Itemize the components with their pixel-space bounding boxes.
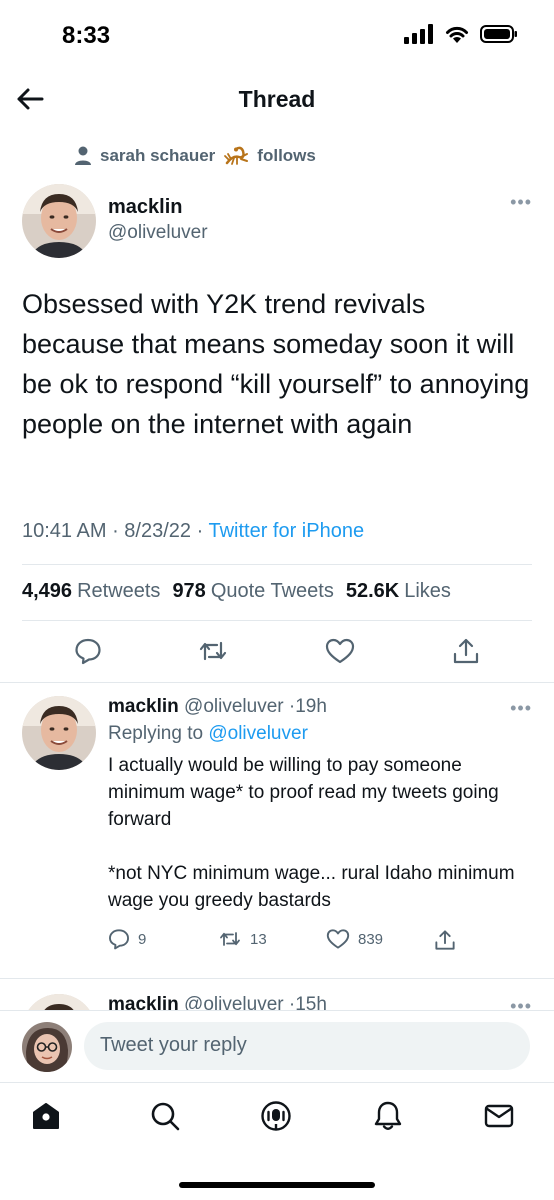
like-button[interactable]: 839 xyxy=(326,928,383,950)
status-time: 8:33 xyxy=(62,22,111,49)
author-handle[interactable]: @oliveluver xyxy=(108,222,208,244)
main-tweet-author: macklin @oliveluver ••• xyxy=(22,184,532,258)
avatar[interactable] xyxy=(22,184,96,258)
reply-author-name[interactable]: macklin xyxy=(108,994,179,1010)
retweet-icon xyxy=(199,641,227,661)
more-options-icon[interactable]: ••• xyxy=(510,996,532,1010)
replying-to-handle[interactable]: @oliveluver xyxy=(208,723,308,744)
reply-actions: 9 13 839 xyxy=(108,928,488,956)
likes-label: Likes xyxy=(404,580,451,602)
status-icons xyxy=(404,24,518,44)
replying-to-label: Replying to xyxy=(108,723,204,744)
divider xyxy=(0,1010,554,1011)
reply-author-name[interactable]: macklin xyxy=(108,696,179,717)
share-icon xyxy=(453,638,479,664)
status-bar: 8:33 xyxy=(0,0,554,72)
scorpion-emoji-icon xyxy=(224,146,249,165)
retweet-count: 13 xyxy=(250,930,267,948)
reply-time[interactable]: 19h xyxy=(295,696,327,717)
battery-icon xyxy=(480,25,517,43)
replying-to: Replying to @oliveluver xyxy=(108,723,308,745)
tweet-date[interactable]: 8/23/22 xyxy=(124,520,191,542)
share-icon xyxy=(435,930,455,950)
reply-button[interactable] xyxy=(71,634,105,668)
reply-author-handle[interactable]: @oliveluver xyxy=(184,994,284,1010)
search-icon xyxy=(151,1102,180,1131)
reply-icon xyxy=(109,929,129,950)
reply-time[interactable]: 15h xyxy=(295,994,327,1010)
reply-text-paragraph: *not NYC minimum wage... rural Idaho min… xyxy=(108,863,515,911)
retweet-button[interactable]: 13 xyxy=(218,928,267,950)
likes-count: 52.6K xyxy=(345,580,400,602)
tweet-text: Obsessed with Y2K trend revivals because… xyxy=(22,289,530,439)
wifi-icon xyxy=(446,26,468,43)
retweets-count: 4,496 xyxy=(22,580,73,602)
divider xyxy=(22,620,532,621)
social-context-name[interactable]: sarah schauer xyxy=(100,146,215,166)
meta-separator: · xyxy=(112,520,125,542)
thread-header: Thread xyxy=(0,72,554,126)
retweets-label: Retweets xyxy=(77,580,161,602)
tab-spaces[interactable] xyxy=(258,1098,294,1134)
like-count: 839 xyxy=(358,930,384,948)
user-avatar[interactable] xyxy=(22,1022,72,1072)
tweet-stats: 4,496 Retweets 978 Quote Tweets 52.6K Likes xyxy=(22,580,451,603)
reply-tweet[interactable]: macklin @oliveluver ·15h ••• xyxy=(0,994,554,1010)
more-options-icon[interactable]: ••• xyxy=(510,698,532,719)
retweet-icon xyxy=(220,932,240,946)
social-context: sarah schauer follows xyxy=(74,145,316,167)
meta-separator: · xyxy=(196,520,209,542)
tweet-time[interactable]: 10:41 AM xyxy=(22,520,107,542)
reply-author-handle[interactable]: @oliveluver xyxy=(184,696,284,717)
quote-tweets-count: 978 xyxy=(172,580,206,602)
mail-icon xyxy=(484,1104,514,1128)
more-options-icon[interactable]: ••• xyxy=(510,192,532,213)
bottom-tab-bar xyxy=(0,1082,554,1200)
retweets-stat[interactable]: 4,496 Retweets xyxy=(22,580,160,603)
avatar[interactable] xyxy=(22,696,96,770)
reply-icon xyxy=(75,638,101,665)
social-context-suffix: follows xyxy=(257,146,316,165)
tweet-actions xyxy=(0,634,554,670)
like-button[interactable] xyxy=(323,634,357,668)
spaces-icon xyxy=(261,1101,291,1131)
page-title: Thread xyxy=(238,86,316,112)
bell-icon xyxy=(374,1101,402,1130)
reply-header: macklin @oliveluver ·15h xyxy=(108,994,327,1010)
person-icon xyxy=(75,146,91,165)
divider xyxy=(0,978,554,979)
reply-tweet[interactable]: macklin @oliveluver ·19h ••• Replying to… xyxy=(0,696,554,976)
tweet-meta: 10:41 AM · 8/23/22 · Twitter for iPhone xyxy=(22,520,364,543)
heart-icon xyxy=(325,638,355,664)
home-indicator xyxy=(179,1182,375,1188)
quote-tweets-label: Quote Tweets xyxy=(210,580,334,602)
heart-icon xyxy=(326,929,350,949)
tab-notifications[interactable] xyxy=(370,1098,406,1134)
tweet-source[interactable]: Twitter for iPhone xyxy=(208,520,364,542)
reply-input[interactable]: Tweet your reply xyxy=(84,1022,530,1070)
tab-home[interactable] xyxy=(28,1098,64,1134)
share-button[interactable] xyxy=(434,928,456,952)
reply-count: 9 xyxy=(138,930,147,948)
reply-button[interactable]: 9 xyxy=(108,928,146,950)
reply-compose-bar: Tweet your reply xyxy=(0,1010,554,1082)
home-icon xyxy=(33,1103,59,1129)
divider xyxy=(0,682,554,683)
quote-tweets-stat[interactable]: 978 Quote Tweets xyxy=(172,580,333,603)
likes-stat[interactable]: 52.6K Likes xyxy=(346,580,451,603)
avatar[interactable] xyxy=(22,994,96,1010)
divider xyxy=(22,564,532,565)
author-name[interactable]: macklin xyxy=(108,196,182,219)
reply-text-paragraph: I actually would be willing to pay someo… xyxy=(108,755,499,830)
retweet-button[interactable] xyxy=(196,634,230,668)
reply-header: macklin @oliveluver ·19h xyxy=(108,696,327,718)
tab-messages[interactable] xyxy=(481,1098,517,1134)
reply-text: I actually would be willing to pay someo… xyxy=(108,752,528,914)
divider xyxy=(0,1082,554,1083)
signal-icon xyxy=(404,24,433,44)
tab-search[interactable] xyxy=(147,1098,183,1134)
share-button[interactable] xyxy=(449,634,483,668)
